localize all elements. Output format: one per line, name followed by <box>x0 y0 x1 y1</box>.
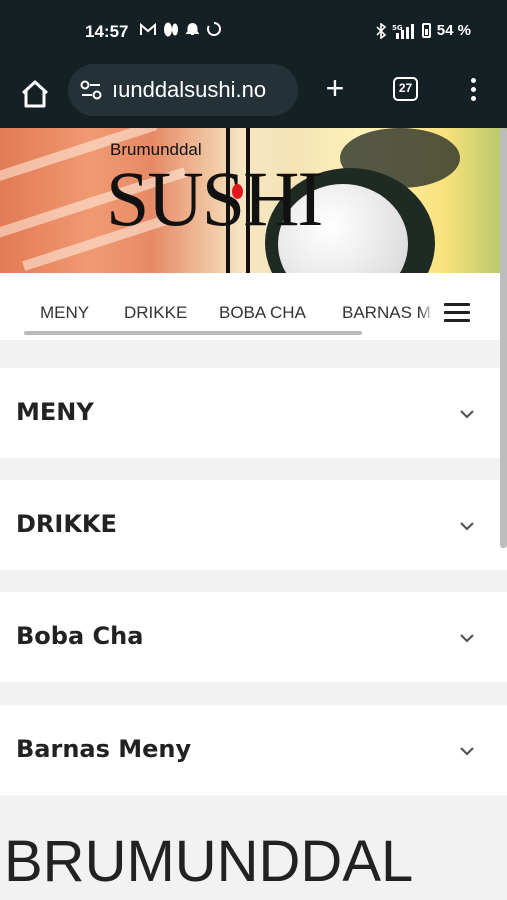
hamburger-menu-icon[interactable] <box>444 303 470 323</box>
page-scrollbar[interactable] <box>500 128 507 548</box>
chopstick-icon <box>226 128 230 273</box>
more-options-icon[interactable] <box>463 75 483 105</box>
section-title: Boba Cha <box>16 622 144 650</box>
status-bar: 14:57 5G 54 % <box>0 0 507 64</box>
loading-icon <box>207 22 221 36</box>
bell-icon <box>186 23 199 35</box>
chevron-down-icon[interactable] <box>458 520 476 532</box>
address-bar[interactable]: ıunddalsushi.no <box>68 64 298 116</box>
svg-text:5G: 5G <box>392 24 403 32</box>
section-meny[interactable]: MENY <box>0 368 507 458</box>
section-title: DRIKKE <box>16 510 117 538</box>
nav-item-drikke[interactable]: DRIKKE <box>124 303 187 323</box>
chopstick-icon <box>246 128 250 273</box>
app-icon <box>164 22 178 36</box>
nav-item-barnas-meny[interactable]: BARNAS MENY <box>342 303 430 323</box>
logo-text: SUSHI <box>106 155 323 242</box>
logo-red-dot <box>232 184 243 199</box>
section-title: Barnas Meny <box>16 735 192 763</box>
chevron-down-icon[interactable] <box>458 745 476 757</box>
url-text: ıunddalsushi.no <box>112 77 267 102</box>
browser-toolbar: ıunddalsushi.no + 27 <box>0 64 507 128</box>
section-barnas-meny[interactable]: Barnas Meny <box>0 705 507 795</box>
notification-icons <box>140 21 222 37</box>
section-drikke[interactable]: DRIKKE <box>0 480 507 570</box>
category-nav: MENY DRIKKE BOBA CHA BARNAS MENY <box>0 273 507 340</box>
gmail-icon <box>140 22 156 35</box>
new-tab-icon[interactable]: + <box>320 72 350 104</box>
battery-icon <box>421 23 431 38</box>
hero-banner: Brumunddal SUSHI <box>0 128 507 273</box>
signal-icon: 5G <box>392 23 414 39</box>
section-title: MENY <box>16 398 94 426</box>
bluetooth-icon <box>376 22 386 39</box>
battery-percent: 54 % <box>436 22 471 39</box>
system-icons: 5G 54 % <box>376 22 471 39</box>
chevron-down-icon[interactable] <box>458 632 476 644</box>
tab-switcher-button[interactable]: 27 <box>393 77 418 101</box>
chevron-down-icon[interactable] <box>458 408 476 420</box>
status-time: 14:57 <box>85 22 129 41</box>
nav-scrollbar[interactable] <box>24 331 362 335</box>
section-boba-cha[interactable]: Boba Cha <box>0 592 507 682</box>
home-icon[interactable] <box>18 77 52 111</box>
site-settings-icon[interactable] <box>80 80 102 100</box>
footer-heading: BRUMUNDDAL <box>4 829 414 894</box>
nav-item-boba-cha[interactable]: BOBA CHA <box>219 303 306 323</box>
nav-item-meny[interactable]: MENY <box>40 303 89 323</box>
